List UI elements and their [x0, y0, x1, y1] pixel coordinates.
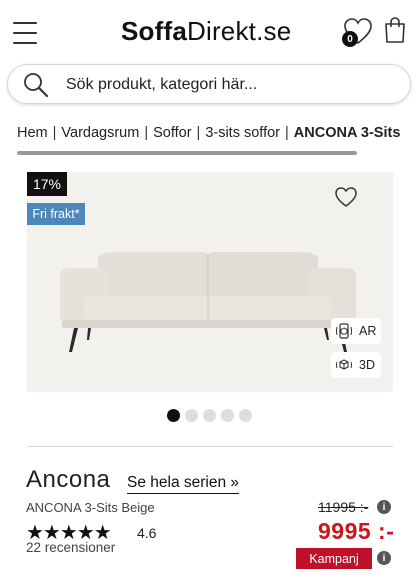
logo[interactable]: SoffaDirekt.se	[121, 16, 291, 47]
current-price: 9995 :-	[318, 518, 395, 544]
breadcrumb-soffor[interactable]: Soffor	[153, 125, 191, 141]
header: SoffaDirekt.se 0	[0, 0, 418, 62]
wishlist-count-badge: 0	[342, 31, 358, 47]
logo-regular-text: Direkt.se	[187, 16, 292, 46]
rating-value: 4.6	[137, 525, 157, 541]
ar-button[interactable]: AR	[331, 318, 381, 344]
carousel-dot[interactable]	[239, 409, 252, 422]
image-carousel-dots	[167, 409, 252, 422]
search-input[interactable]	[66, 73, 386, 97]
shopping-bag-icon[interactable]	[383, 16, 407, 44]
ar-label: AR	[359, 324, 377, 338]
carousel-dot[interactable]	[167, 409, 180, 422]
info-icon[interactable]: i	[377, 500, 391, 514]
search-bar[interactable]	[7, 64, 411, 104]
divider	[27, 446, 393, 447]
breadcrumb-3-sits-soffor[interactable]: 3-sits soffor	[205, 125, 280, 141]
product-variant: ANCONA 3-Sits Beige	[26, 500, 155, 515]
series-link[interactable]: Se hela serien »	[127, 474, 240, 494]
discount-badge: 17%	[27, 172, 67, 196]
product-name: Ancona	[26, 466, 111, 493]
logo-bold-text: Soffa	[121, 16, 187, 46]
info-icon[interactable]: i	[377, 551, 391, 565]
sofa-image	[60, 252, 356, 352]
menu-icon[interactable]	[13, 22, 37, 44]
ar-icon	[336, 323, 352, 339]
carousel-dot[interactable]	[221, 409, 234, 422]
3d-label: 3D	[359, 358, 375, 372]
3d-view-button[interactable]: 3D	[331, 352, 381, 378]
breadcrumb-scrollbar[interactable]	[17, 151, 357, 155]
search-icon[interactable]	[22, 71, 50, 99]
reviews-count[interactable]: 22 recensioner	[26, 540, 115, 555]
breadcrumb-current: ANCONA 3-Sits	[293, 125, 401, 141]
campaign-badge: Kampanj	[296, 548, 372, 569]
breadcrumb: Hem | Vardagsrum | Soffor | 3-sits soffor | ANCO…	[17, 125, 401, 141]
free-shipping-badge: Fri frakt*	[27, 203, 85, 225]
breadcrumb-home[interactable]: Hem	[17, 125, 48, 141]
carousel-dot[interactable]	[203, 409, 216, 422]
3d-cube-icon	[336, 359, 352, 370]
carousel-dot[interactable]	[185, 409, 198, 422]
favorite-heart-icon[interactable]	[334, 186, 358, 208]
old-price: 11995 :-	[318, 499, 369, 515]
breadcrumb-vardagsrum[interactable]: Vardagsrum	[61, 125, 139, 141]
